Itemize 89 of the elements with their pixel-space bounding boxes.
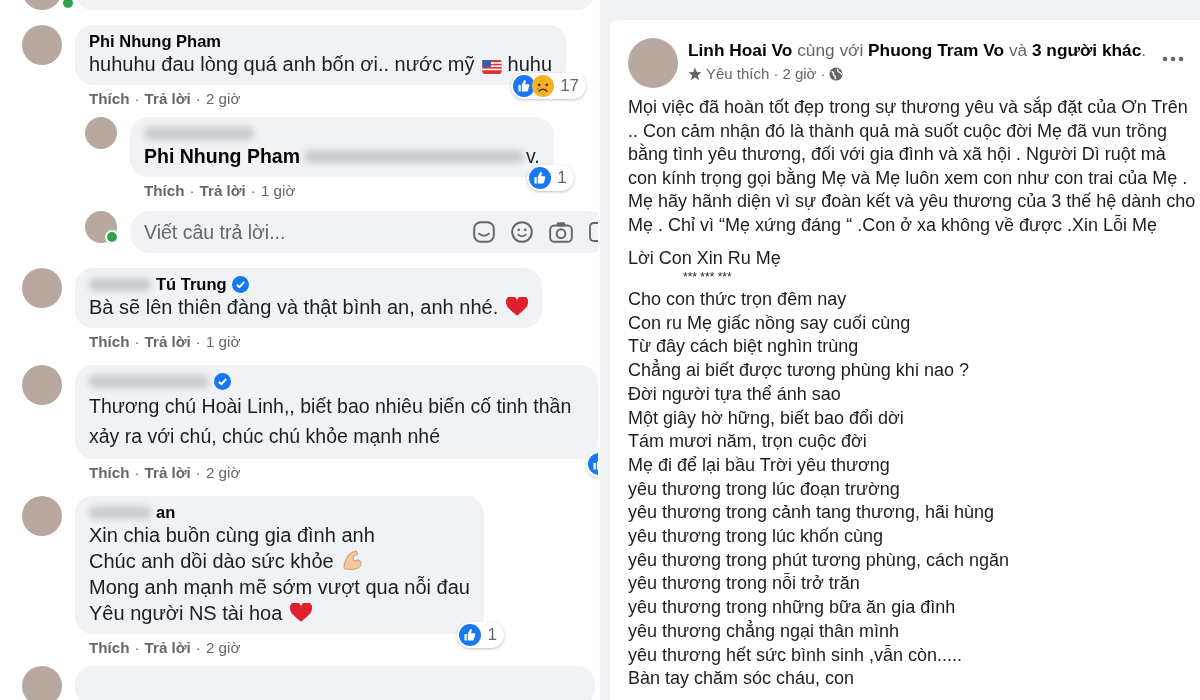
more-options-icon[interactable] [1162,56,1184,62]
flag-icon [482,60,502,74]
reply-link[interactable]: Trả lời [144,333,191,350]
avatar[interactable] [22,496,62,536]
like-link[interactable]: Thích [89,639,130,656]
poem-title: Lời Con Xin Ru Mẹ [628,248,782,269]
heart-icon [505,297,528,317]
timestamp[interactable]: 2 giờ [205,639,241,656]
poem-line: Một giây hờ hững, biết bao đổi dời [628,406,905,430]
comment-text: Bà sẽ lên thiên đàng và thật bình an, anh nhé. [89,296,500,318]
avatar[interactable] [85,117,117,149]
smiley-icon[interactable] [510,220,534,244]
comment-text: huhu [506,53,553,75]
timestamp[interactable]: 1 giờ [260,182,296,199]
poem-line: Mẹ đi để lại bầu Trời yêu thương [628,453,891,477]
separator-dot: · [820,65,826,82]
avatar[interactable] [22,365,62,405]
separator-dot: · [773,65,779,82]
post-title: Linh Hoai Vo cùng với Phuong Tram Vo và 3 người khác. [688,40,1148,61]
separator-dot: · [134,464,140,481]
poem-line: yêu thương chẳng ngại thân mình [628,619,901,643]
flexed-arm-icon [341,549,364,571]
thumbs-up-icon [459,624,482,646]
separator-dot: · [195,333,201,350]
commenter-name[interactable]: Tú Trung [156,275,227,294]
poem-line: Cho con thức trọn đêm nay [628,288,848,311]
comment-text: v. [526,145,540,167]
post-text: Mọi việc đã hoàn tốt đẹp trong sự thương yêu và sắp đặt của Ơn Trên .. Con cảm nhận đó là thành quả mà suốt cuộc đời Mẹ đã vun trồng bằng tình yêu thương, đối với gia đình và xã hội . Người Dì ruột mà con kính trọng gọi bằng Mẹ và Mẹ luôn xem con như con trai của Mẹ . Mẹ hãy hãnh diện vì sự đoàn kết và yêu thương của 3 thế hệ dành cho Mẹ . Chỉ vì “Mẹ xứng đáng “ .Con ở xa không về được .Xin Lỗi Mẹ [628,96,1197,237]
reply-link[interactable]: Trả lời [199,182,246,199]
avatar[interactable] [628,38,678,88]
reply-link[interactable]: Trả lời [144,639,191,656]
reply-input-field[interactable]: Viết câu trả lời... [130,211,598,253]
reply-link[interactable]: Trả lời [144,464,191,481]
poem-line: yêu thương trong cảnh tang thương, hãi hùng [628,501,995,525]
poem-line: yêu thương trong lúc đoạn trường [628,477,901,501]
separator-dot: · [195,639,201,656]
separator-dot: · [134,333,140,350]
like-link[interactable]: Thích [89,333,130,350]
poem-line: yêu thương trong lúc khốn cùng [628,525,884,549]
like-link[interactable]: Thích [89,90,130,107]
like-link[interactable]: Thích [144,182,185,199]
crying-face-icon [532,75,555,97]
reaction-summary[interactable]: 17 [511,73,587,99]
sticker-icon[interactable] [472,220,496,244]
poem-line: yêu thương trong phút tương phùng, cách ngăn [628,548,1010,572]
timestamp[interactable]: 1 giờ [205,333,241,350]
avatar[interactable] [22,25,62,65]
star-icon [688,66,702,81]
reaction-summary[interactable]: 1 [457,622,504,648]
poem-line: Con ru Mẹ giấc nồng say cuối cùng [628,311,912,335]
separator-dot: · [250,182,256,199]
comment-text: huhuhu đau lòng quá anh bốn ơi.. nước mỹ [89,53,476,75]
reply-link[interactable]: Trả lời [144,90,191,107]
reaction-summary[interactable]: 1 [527,165,574,191]
comment-text: Yêu người NS tài hoa [89,602,284,624]
heart-icon [289,603,312,623]
separator-dot: · [189,182,195,199]
mention-link[interactable]: Phi Nhung Pham [144,145,300,167]
avatar[interactable] [22,666,62,700]
timestamp[interactable]: 2 giờ [205,464,241,481]
globe-icon [829,66,844,81]
comment-text: Mong anh mạnh mẽ sớm vượt qua nỗi đau [89,576,470,598]
timestamp[interactable]: 2 giờ [205,90,241,107]
comment-text: Chúc anh dồi dào sức khỏe [89,550,335,572]
separator-dot: · [134,90,140,107]
commenter-name[interactable]: Phi Nhung Pham [89,32,221,51]
poem-line: Bàn tay chăm sóc cháu, con [628,667,856,691]
poem-line: Từ đây cách biệt nghìn trùng [628,335,860,359]
thumbs-up-icon [529,167,552,189]
poem-line: yêu thương hết sức bình sinh ,vẫn còn..... [628,643,964,667]
poem-line: yêu thương trong những bữa ăn gia đình [628,596,957,620]
separator-dot: · [134,639,140,656]
avatar[interactable] [85,211,117,243]
poem-line: Đời người tựa thể ánh sao [628,382,842,406]
camera-icon[interactable] [548,220,574,244]
comment-text: Xin chia buồn cùng gia đình anh [89,524,375,546]
audience-label: Yêu thích [706,65,770,82]
thumbs-up-icon [513,75,536,97]
poem-line: Chẳng ai biết được tương phùng khi nao ? [628,359,970,383]
separator-dot: · [195,90,201,107]
poem-line: yêu thương trong nỗi trở trăn [628,572,861,596]
separator-dot: · [195,464,201,481]
comment-text: Thương chú Hoài Linh,, biết bao nhiêu biến cố tinh thần xảy ra với chú, chúc chú khỏe mạnh nhé [89,395,572,447]
avatar[interactable] [22,268,62,308]
post-time[interactable]: 2 giờ [782,65,817,82]
separator-text: *** *** *** [683,270,733,284]
commenter-name[interactable]: an [156,503,176,522]
poem-line: Tám mươi năm, trọn cuộc đời [628,430,868,454]
like-link[interactable]: Thích [89,464,130,481]
